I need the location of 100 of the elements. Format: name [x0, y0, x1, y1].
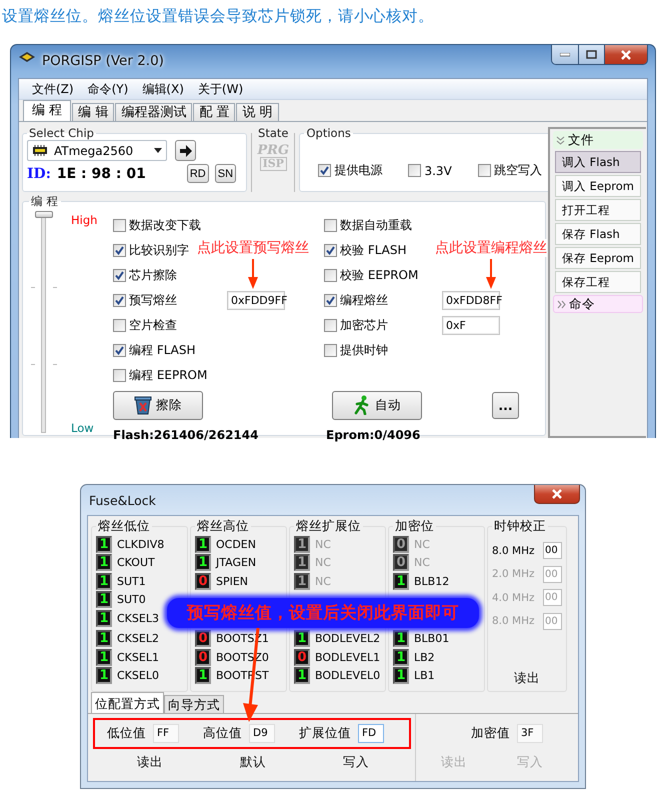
more-button[interactable]: ... — [492, 392, 519, 418]
bit-toggle[interactable]: 1 — [294, 536, 310, 553]
input-field[interactable]: D9 — [249, 724, 275, 743]
minimize-button[interactable] — [552, 45, 578, 64]
tab[interactable]: 位配置方式 — [91, 692, 164, 713]
bit-toggle[interactable]: 1 — [96, 591, 112, 608]
panel-item[interactable]: 保存 Eeprom — [555, 247, 641, 269]
checkbox[interactable] — [324, 269, 337, 282]
checkbox[interactable] — [113, 344, 126, 357]
checkbox[interactable] — [324, 219, 337, 232]
bit-toggle[interactable]: 1 — [294, 667, 310, 684]
bit-toggle[interactable]: 1 — [96, 572, 112, 590]
bit-toggle[interactable]: 1 — [393, 572, 409, 590]
read-button[interactable]: RD — [186, 164, 209, 183]
checkbox[interactable] — [113, 244, 126, 257]
panel-header[interactable]: 命令 — [553, 295, 643, 313]
input-field[interactable]: 3F — [517, 724, 543, 743]
maximize-button[interactable] — [578, 45, 604, 64]
checkbox[interactable] — [324, 319, 337, 332]
bit-toggle[interactable]: 1 — [96, 630, 112, 648]
panel-item[interactable]: 调入 Flash — [555, 151, 641, 173]
bit-toggle[interactable]: 1 — [195, 536, 211, 553]
bit-toggle[interactable]: 0 — [393, 536, 409, 553]
read-button[interactable]: SN — [214, 164, 236, 183]
bit-toggle[interactable]: 0 — [393, 554, 409, 572]
id-value: 1E : 98 : 01 — [56, 166, 147, 182]
checkbox[interactable] — [113, 369, 126, 382]
checkbox[interactable] — [113, 219, 126, 232]
fuse-field[interactable]: 0xFDD8FF — [442, 291, 500, 310]
menu-item[interactable]: 文件(Z) — [25, 80, 81, 98]
frequency-label: 8.0 MHz — [492, 544, 535, 557]
bit-toggle[interactable]: 0 — [195, 572, 211, 590]
panel-item[interactable]: 调入 Eeprom — [555, 175, 641, 197]
bit-toggle[interactable]: 1 — [393, 630, 409, 648]
read-button[interactable]: 读出 — [135, 754, 165, 771]
close-button[interactable] — [534, 485, 580, 504]
bit-toggle[interactable]: 1 — [393, 648, 409, 666]
group-title: 加密位 — [394, 518, 435, 535]
close-button[interactable] — [604, 45, 647, 64]
checkbox[interactable] — [324, 294, 337, 307]
arrow-right-icon — [178, 144, 192, 156]
bit-label: CKOUT — [117, 556, 155, 570]
option-label: 加密芯片 — [340, 317, 388, 334]
fuse-field[interactable]: 0xFDD9FF — [227, 291, 285, 310]
write-button[interactable]: 写入 — [341, 754, 371, 771]
bit-toggle[interactable]: 1 — [96, 667, 112, 684]
bit-toggle[interactable]: 1 — [195, 667, 211, 684]
option-label: 提供时钟 — [340, 342, 388, 359]
panel-item[interactable]: 打开工程 — [555, 199, 641, 221]
auto-button[interactable]: 自动 — [332, 390, 422, 420]
bit-toggle[interactable]: 1 — [294, 630, 310, 648]
bit-toggle[interactable]: 1 — [96, 554, 112, 572]
panel-item[interactable]: 保存 Flash — [555, 223, 641, 245]
bit-label: OCDEN — [216, 538, 256, 551]
panel-header[interactable]: 文件 — [553, 131, 643, 149]
checkbox[interactable] — [113, 269, 126, 282]
checkbox[interactable] — [324, 344, 337, 357]
tab[interactable]: 向导方式 — [164, 695, 224, 713]
tab[interactable]: 说 明 — [236, 103, 279, 121]
input-field[interactable]: FF — [153, 724, 179, 743]
bit-toggle[interactable]: 1 — [294, 572, 310, 590]
checkbox[interactable] — [408, 164, 422, 177]
bit-toggle[interactable]: 0 — [195, 648, 211, 666]
bit-toggle[interactable]: 1 — [393, 667, 409, 684]
option-label: 编程 EEPROM — [129, 367, 208, 384]
menu-item[interactable]: 编辑(X) — [135, 80, 191, 98]
bit-toggle[interactable]: 1 — [294, 554, 310, 572]
bit-toggle[interactable]: 1 — [195, 554, 211, 572]
calibration-field[interactable]: 00 — [543, 542, 562, 560]
fuse-field[interactable]: 0xF — [442, 316, 500, 335]
option-label: 跳空写入 — [494, 162, 542, 179]
bit-toggle[interactable]: 1 — [96, 648, 112, 666]
checkbox[interactable] — [113, 319, 126, 332]
field-label: 加密值 — [471, 725, 510, 742]
default-button[interactable]: 默认 — [238, 754, 268, 771]
annotation-banner: 预写熔丝值，设置后关闭此界面即可 — [167, 598, 479, 628]
bit-label: SUT1 — [117, 574, 146, 588]
menu-item[interactable]: 关于(W) — [190, 80, 250, 98]
read-button[interactable]: 读出 — [512, 670, 542, 687]
panel-item[interactable]: 保存工程 — [555, 271, 641, 293]
menu-item[interactable]: 命令(Y) — [80, 80, 136, 98]
checkbox[interactable] — [478, 164, 491, 177]
erase-button[interactable]: 擦除 — [113, 390, 203, 420]
tab[interactable]: 编 辑 — [72, 103, 114, 121]
input-field[interactable]: FD — [358, 724, 384, 743]
tab[interactable]: 编程器测试 — [115, 103, 192, 121]
checkbox[interactable] — [324, 244, 337, 257]
bit-label: SUT0 — [117, 593, 146, 606]
arrow-button[interactable] — [175, 140, 196, 161]
bit-toggle[interactable]: 1 — [96, 610, 112, 627]
chip-dropdown[interactable]: ATmega2560 — [27, 140, 167, 161]
checkbox[interactable] — [113, 294, 126, 307]
bit-toggle[interactable]: 0 — [195, 630, 211, 648]
bit-label: LB1 — [414, 669, 435, 682]
tab[interactable]: 配 置 — [193, 103, 236, 121]
slider-thumb[interactable] — [35, 211, 53, 218]
bit-toggle[interactable]: 1 — [96, 536, 112, 553]
checkbox[interactable] — [318, 164, 332, 177]
tab[interactable]: 编 程 — [23, 100, 72, 121]
bit-toggle[interactable]: 0 — [294, 648, 310, 666]
